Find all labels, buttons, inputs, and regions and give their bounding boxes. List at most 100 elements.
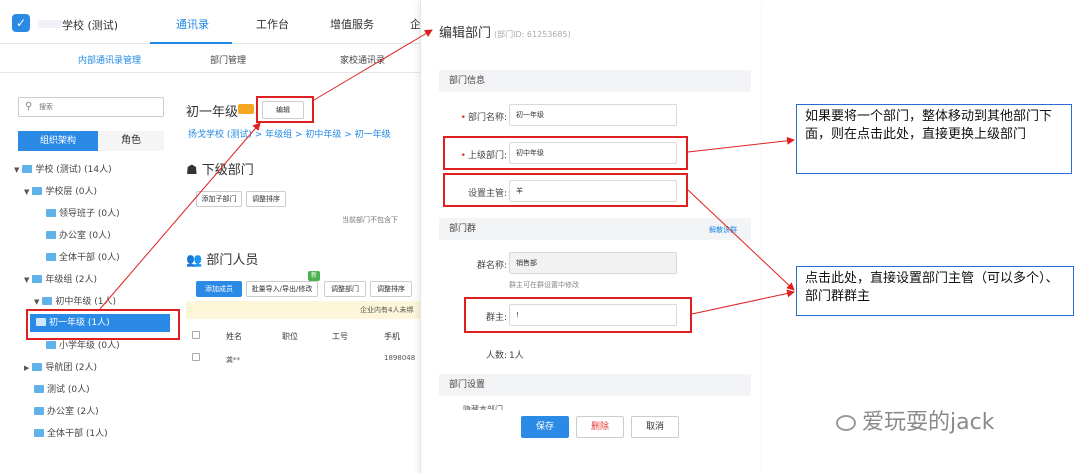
tree-item-leaders[interactable]: 领导班子 (0人) <box>46 205 120 223</box>
tree-item-office2[interactable]: 办公室 (2人) <box>34 403 99 421</box>
dept-name-label-text: 部门名称: <box>467 113 507 123</box>
folder-icon <box>46 253 56 261</box>
dept-name-input[interactable]: 初一年级 <box>509 104 677 126</box>
panel-title-text: 编辑部门 <box>439 26 492 41</box>
search-input[interactable] <box>39 101 149 113</box>
add-member-button[interactable]: 添加成员 <box>196 281 242 297</box>
save-button[interactable]: 保存 <box>521 416 569 438</box>
sub-dept-heading-text: 下级部门 <box>201 163 254 178</box>
chevron-right-icon[interactable]: ▶ <box>24 364 29 372</box>
tree-item-label: 学校 (测试) (14人) <box>35 165 112 175</box>
members-heading: 👥 部门人员 <box>186 249 258 268</box>
chevron-down-icon[interactable]: ▼ <box>24 188 29 196</box>
highlight-group-owner <box>464 297 692 333</box>
batch-import-button[interactable]: 批量导入/导出/修改 <box>246 281 318 297</box>
section-dept-info: 部门信息 <box>439 70 751 92</box>
tree-item-label: 初中年级 (1人) <box>55 297 117 307</box>
search-box[interactable]: ⚲ <box>18 97 164 117</box>
nav-workbench[interactable]: 工作台 <box>256 16 289 32</box>
nav-contacts[interactable]: 通讯录 <box>176 16 209 32</box>
folder-icon <box>32 363 43 371</box>
folder-icon <box>46 209 56 217</box>
unbound-notice-text: 企业内有4人未绑 <box>360 306 414 314</box>
add-sub-dept-button[interactable]: 添加子部门 <box>196 191 242 207</box>
subnav-internal[interactable]: 内部通讯录管理 <box>78 53 141 66</box>
new-badge: 新 <box>308 271 320 281</box>
tree-item-label: 办公室 (0人) <box>59 231 111 241</box>
tab-role[interactable]: 角色 <box>98 131 164 151</box>
group-count-label: 人数: <box>485 351 507 361</box>
top-navbar: ✓ 学校 (测试) 通讯录 工作台 增值服务 企 <box>0 0 420 44</box>
chevron-down-icon[interactable]: ▼ <box>24 276 29 284</box>
section-dept-settings: 部门设置 <box>439 374 751 396</box>
tree-item-test[interactable]: 测试 (0人) <box>34 381 90 399</box>
tree-item-all-cadres[interactable]: 全体干部 (0人) <box>46 249 120 267</box>
select-all-checkbox[interactable] <box>192 331 200 339</box>
wechat-icon <box>836 415 856 431</box>
edit-dept-panel: 编辑部门 (部门ID: 61253685) 部门信息 • 部门名称: 初一年级 • 上… <box>420 0 760 473</box>
dept-title: 初一年级 <box>186 105 239 120</box>
cancel-button[interactable]: 取消 <box>631 416 679 438</box>
adjust-order-button[interactable]: 调整排序 <box>246 191 286 207</box>
member-phone: 1898048 <box>384 354 416 362</box>
highlight-manager <box>443 173 688 207</box>
tree-item-label: 全体干部 (0人) <box>59 253 120 263</box>
subnav-dept-manage[interactable]: 部门管理 <box>210 53 246 66</box>
folder-icon <box>46 231 56 239</box>
section-dept-group: 部门群 <box>439 218 751 240</box>
tree-item-label: 学校层 (0人) <box>45 187 98 197</box>
watermark-text: 爱玩耍的jack <box>862 410 995 435</box>
search-icon: ⚲ <box>25 101 33 112</box>
sidebar: ⚲ 组织架构 角色 ▼ 学校 (测试) (14人) ▼ 学校层 (0人) 领导班子 … <box>10 85 172 473</box>
settings-partial-label: 隐藏本部门 <box>463 405 503 410</box>
chevron-down-icon[interactable]: ▼ <box>14 166 19 174</box>
tree-item-label: 导航团 (2人) <box>45 363 98 373</box>
school-name: 学校 (测试) <box>62 19 119 32</box>
member-name: 龚** <box>226 356 240 364</box>
folder-icon <box>34 407 44 415</box>
adjust-order-button-2[interactable]: 调整排序 <box>370 281 412 297</box>
group-name-input[interactable]: 销售部 <box>509 252 677 274</box>
col-position: 职位 <box>282 332 298 341</box>
tab-org-structure[interactable]: 组织架构 <box>18 131 98 151</box>
app-window: ✓ 学校 (测试) 通讯录 工作台 增值服务 企 内部通讯录管理 部门管理 家校… <box>0 0 420 473</box>
folder-icon <box>46 341 56 349</box>
highlight-edit-button <box>256 96 314 123</box>
disband-group-link[interactable]: 解散该群 <box>709 225 737 235</box>
sub-dept-heading: ☗ 下级部门 <box>186 159 254 178</box>
delete-button[interactable]: 删除 <box>576 416 624 438</box>
adjust-dept-button[interactable]: 调整部门 <box>324 281 366 297</box>
nav-active-indicator <box>150 42 232 44</box>
app-logo-icon: ✓ <box>12 14 30 32</box>
dept-main: 初一年级 编辑 扬戈学校 (测试) > 年级组 > 初中年级 > 初一年级 ☗ … <box>178 85 420 473</box>
highlight-tree-item <box>26 309 180 340</box>
nav-value-added[interactable]: 增值服务 <box>330 16 374 32</box>
tree-item-school-level[interactable]: ▼ 学校层 (0人) <box>24 183 97 201</box>
folder-icon <box>32 275 43 283</box>
breadcrumb[interactable]: 扬戈学校 (测试) > 年级组 > 初中年级 > 初一年级 <box>188 127 391 140</box>
members-heading-text: 部门人员 <box>206 253 259 268</box>
tree-item-label: 年级组 (2人) <box>45 275 98 285</box>
group-name-label: 群名称: <box>476 261 507 271</box>
callout-manager: 点击此处，直接设置部门主管（可以多个）、部门群群主 <box>796 266 1074 316</box>
dept-tag-badge <box>238 104 254 114</box>
folder-icon <box>34 385 44 393</box>
tree-item-label: 全体干部 (1人) <box>47 429 108 439</box>
redacted-text <box>38 20 62 28</box>
subnav-home-school[interactable]: 家校通讯录 <box>340 53 385 66</box>
folder-icon <box>32 187 43 195</box>
tree-item-office[interactable]: 办公室 (0人) <box>46 227 111 245</box>
tree-item-all-cadres2[interactable]: 全体干部 (1人) <box>34 425 108 443</box>
col-employee-id: 工号 <box>332 332 348 341</box>
people-icon: 👥 <box>186 253 207 268</box>
tree-item-label: 办公室 (2人) <box>47 407 99 417</box>
tree-item-school[interactable]: ▼ 学校 (测试) (14人) <box>14 161 112 179</box>
nav-enterprise[interactable]: 企 <box>410 16 420 32</box>
chevron-down-icon[interactable]: ▼ <box>34 298 39 306</box>
sub-dept-note: 当前部门不包含下 <box>342 216 398 224</box>
row-checkbox[interactable] <box>192 353 200 361</box>
folder-icon <box>42 297 53 305</box>
dept-id: (部门ID: 61253685) <box>494 30 571 39</box>
tree-item-nav-group[interactable]: ▶ 导航团 (2人) <box>24 359 97 377</box>
tree-item-grade-group[interactable]: ▼ 年级组 (2人) <box>24 271 97 289</box>
